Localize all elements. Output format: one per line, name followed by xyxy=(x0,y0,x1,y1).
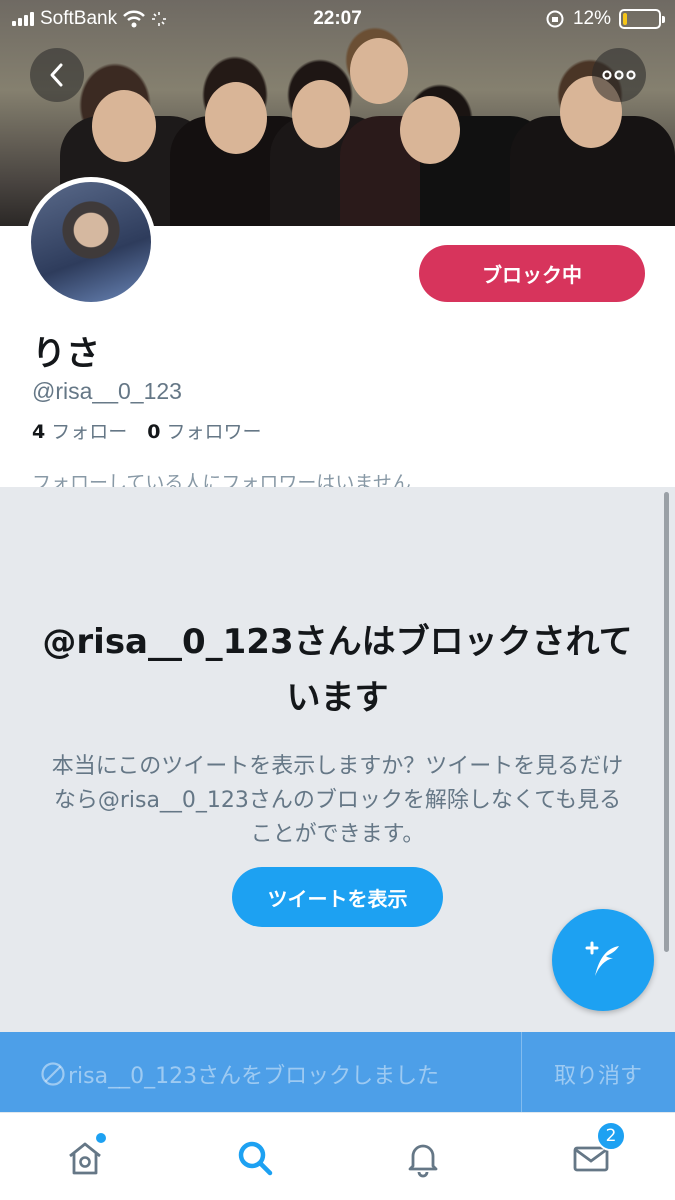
scrollbar[interactable] xyxy=(664,492,669,952)
display-name: りさ xyxy=(32,334,100,374)
blocking-button[interactable]: ブロック中 xyxy=(419,245,645,302)
ellipsis-icon xyxy=(602,70,636,80)
tab-home[interactable] xyxy=(60,1133,110,1183)
compose-feather-icon xyxy=(585,941,619,976)
status-bar: SoftBank 22:07 12% xyxy=(0,0,675,38)
followed-by-note: フォローしている人にフォロワーはいません xyxy=(32,472,411,488)
battery-icon xyxy=(619,9,665,29)
more-options-button[interactable] xyxy=(592,48,646,102)
home-unread-dot xyxy=(96,1133,106,1143)
following-label: フォロー xyxy=(51,421,128,443)
following-count: 4 xyxy=(32,421,46,443)
followers-link[interactable]: 0 フォロワー xyxy=(147,417,261,444)
blocked-title: @risa__0_123さんはブロックされています xyxy=(42,622,633,718)
tab-bar: 2 xyxy=(0,1112,675,1200)
user-handle: @risa__0_123 xyxy=(32,378,182,404)
blocked-toast: risa__0_123さんをブロックしました 取り消す xyxy=(0,1032,675,1112)
followers-count: 0 xyxy=(147,421,161,443)
tab-messages[interactable]: 2 xyxy=(566,1121,626,1183)
bell-icon xyxy=(408,1144,438,1178)
search-icon xyxy=(238,1141,273,1176)
follow-counts: 4 フォロー 0 フォロワー xyxy=(32,417,262,444)
tab-search[interactable] xyxy=(230,1133,280,1183)
block-icon xyxy=(41,1062,65,1086)
compose-tweet-button[interactable] xyxy=(552,909,654,1011)
battery-percent: 12% xyxy=(572,8,611,29)
followers-label: フォロワー xyxy=(166,421,262,443)
chevron-left-icon xyxy=(50,63,63,87)
home-icon xyxy=(69,1142,101,1175)
following-link[interactable]: 4 フォロー xyxy=(32,417,127,444)
messages-badge: 2 xyxy=(596,1121,626,1151)
toast-message: risa__0_123さんをブロックしました xyxy=(68,1064,440,1089)
avatar[interactable] xyxy=(26,177,156,307)
back-button[interactable] xyxy=(30,48,84,102)
tab-notifications[interactable] xyxy=(398,1133,448,1183)
undo-button[interactable]: 取り消す xyxy=(521,1058,675,1090)
blocked-description: 本当にこのツイートを表示しますか？ツイートを見るだけなら@risa__0_123… xyxy=(51,754,624,847)
show-tweets-button[interactable]: ツイートを表示 xyxy=(232,867,443,927)
orientation-lock-icon xyxy=(546,10,564,28)
